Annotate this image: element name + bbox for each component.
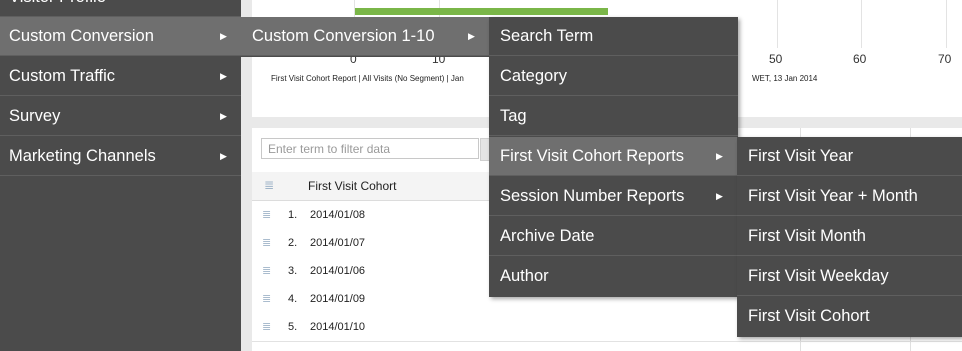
axis-tick: 60 <box>853 52 867 66</box>
menu-item-label: Archive Date <box>500 227 595 245</box>
row-number: 3. <box>288 265 298 277</box>
triangle-right-icon: ▶ <box>716 191 723 201</box>
triangle-right-icon: ▶ <box>220 111 227 121</box>
row-value: 2014/01/07 <box>310 237 366 249</box>
menu-item-label: Custom Traffic <box>9 67 116 85</box>
row-number: 2. <box>288 237 298 249</box>
row-value: 2014/01/08 <box>310 209 366 221</box>
row-number: 5. <box>288 321 298 333</box>
column-header[interactable]: First Visit Cohort <box>308 179 396 193</box>
row-number: 4. <box>288 293 298 305</box>
chart-caption-date: WET, 13 Jan 2014 <box>752 74 818 83</box>
submenu-custom-conversion-1-10: Search Term Category Tag First Visit Coh… <box>489 17 738 297</box>
chart-bar <box>355 8 608 15</box>
chart-gridline <box>777 0 778 48</box>
menu-item-label: First Visit Cohort <box>748 307 870 325</box>
menu-item-label: Tag <box>500 107 527 125</box>
menu-item-label: First Visit Weekday <box>748 267 889 285</box>
menu-item-visitor-profile[interactable]: Visitor Profile <box>0 0 241 17</box>
menu-item-custom-conversion[interactable]: Custom Conversion ▶ <box>0 17 241 56</box>
row-value: 2014/01/09 <box>310 293 366 305</box>
menu-item-custom-traffic[interactable]: Custom Traffic ▶ <box>0 57 241 96</box>
menu-item-search-term[interactable]: Search Term <box>489 17 738 56</box>
menu-item-marketing-channels[interactable]: Marketing Channels ▶ <box>0 137 241 176</box>
triangle-right-icon: ▶ <box>468 31 475 41</box>
menu-item-label: Survey <box>9 107 61 125</box>
filter-input[interactable] <box>261 138 479 159</box>
menu-item-first-visit-weekday[interactable]: First Visit Weekday <box>737 257 962 296</box>
breakdown-icon[interactable]: ≣ <box>264 178 274 192</box>
menu-item-category[interactable]: Category <box>489 57 738 96</box>
menu-item-archive-date[interactable]: Archive Date <box>489 217 738 256</box>
breakdown-icon[interactable]: ≣ <box>262 292 271 305</box>
menu-item-first-visit-cohort[interactable]: First Visit Cohort <box>737 297 962 336</box>
menu-item-session-number-reports[interactable]: Session Number Reports ▶ <box>489 177 738 216</box>
submenu-first-visit-cohort-reports: First Visit Year First Visit Year + Mont… <box>737 137 962 337</box>
row-value: 2014/01/06 <box>310 265 366 277</box>
menu-item-label: Category <box>500 67 567 85</box>
main-menu: Visitor Profile Custom Conversion ▶ Cust… <box>0 0 241 351</box>
menu-item-first-visit-year[interactable]: First Visit Year <box>737 137 962 176</box>
menu-item-label: Custom Conversion 1-10 <box>252 27 435 45</box>
menu-item-label: Author <box>500 267 549 285</box>
row-number: 1. <box>288 209 298 221</box>
breakdown-icon[interactable]: ≣ <box>262 208 271 221</box>
chart-gridline <box>861 0 862 48</box>
menu-item-label: Marketing Channels <box>9 147 156 165</box>
menu-item-tag[interactable]: Tag <box>489 97 738 136</box>
axis-tick: 50 <box>769 52 783 66</box>
menu-item-custom-conversion-1-10[interactable]: Custom Conversion 1-10 ▶ <box>241 17 490 56</box>
breakdown-icon[interactable]: ≣ <box>262 236 271 249</box>
triangle-right-icon: ▶ <box>716 151 723 161</box>
menu-item-label: Session Number Reports <box>500 187 685 205</box>
menu-item-label: Search Term <box>500 27 594 45</box>
menu-item-first-visit-month[interactable]: First Visit Month <box>737 217 962 256</box>
menu-item-label: First Visit Cohort Reports <box>500 147 684 165</box>
submenu-custom-conversion: Custom Conversion 1-10 ▶ <box>241 17 490 57</box>
breakdown-icon[interactable]: ≣ <box>262 320 271 333</box>
menu-item-label: Visitor Profile <box>9 0 106 17</box>
chart-gridline <box>946 0 947 48</box>
menu-item-first-visit-cohort-reports[interactable]: First Visit Cohort Reports ▶ <box>489 137 738 176</box>
menu-item-first-visit-year-month[interactable]: First Visit Year + Month <box>737 177 962 216</box>
axis-tick: 70 <box>938 52 952 66</box>
menu-item-label: First Visit Year + Month <box>748 187 918 205</box>
triangle-right-icon: ▶ <box>220 31 227 41</box>
menu-item-label: First Visit Year <box>748 147 854 165</box>
menu-item-label: First Visit Month <box>748 227 866 245</box>
row-value: 2014/01/10 <box>310 321 366 333</box>
triangle-right-icon: ▶ <box>220 71 227 81</box>
menu-item-survey[interactable]: Survey ▶ <box>0 97 241 136</box>
menu-item-label: Custom Conversion <box>9 27 154 45</box>
menu-item-author[interactable]: Author <box>489 257 738 296</box>
triangle-right-icon: ▶ <box>220 151 227 161</box>
breakdown-icon[interactable]: ≣ <box>262 264 271 277</box>
chart-caption: First Visit Cohort Report | All Visits (… <box>271 74 464 83</box>
